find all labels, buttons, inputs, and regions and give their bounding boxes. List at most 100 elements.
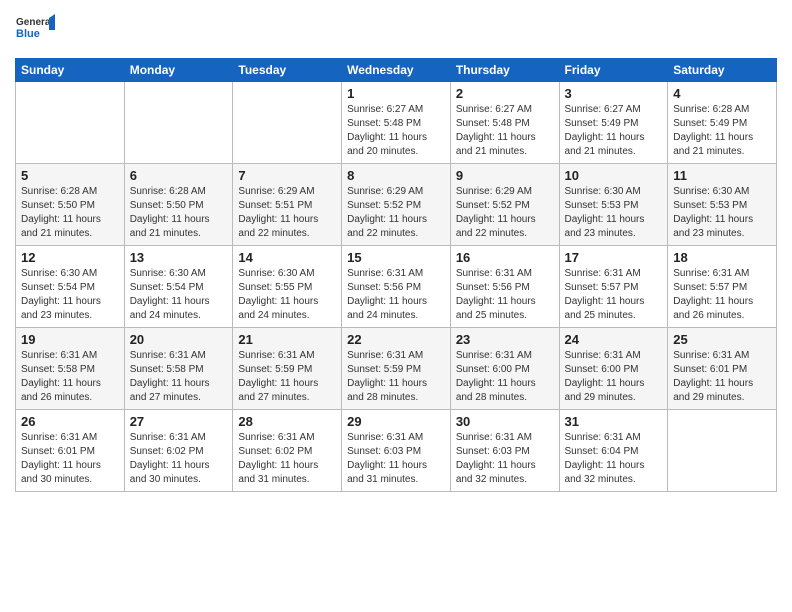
- day-cell-9: 9 Sunrise: 6:29 AM Sunset: 5:52 PM Daylig…: [450, 164, 559, 246]
- week-row-2: 12Sunrise: 6:30 AM Sunset: 5:54 PM Dayli…: [16, 246, 777, 328]
- day-info: Sunrise: 6:28 AM Sunset: 5:50 PM Dayligh…: [130, 185, 228, 241]
- day-cell-10: 10Sunrise: 6:30 AM Sunset: 5:53 PM Dayli…: [559, 164, 668, 246]
- day-info: Sunrise: 6:31 AM Sunset: 5:57 PM Dayligh…: [565, 267, 663, 323]
- day-number: 25: [673, 332, 771, 347]
- empty-cell: [16, 82, 125, 164]
- empty-cell: [668, 410, 777, 492]
- day-cell-4: 4 Sunrise: 6:28 AM Sunset: 5:49 PM Daylig…: [668, 82, 777, 164]
- day-cell-23: 23 Sunrise: 6:31 AM Sunset: 6:00 PM Dayli…: [450, 328, 559, 410]
- day-cell-6: 6 Sunrise: 6:28 AM Sunset: 5:50 PM Daylig…: [124, 164, 233, 246]
- day-number: 6: [130, 168, 228, 183]
- day-cell-15: 15 Sunrise: 6:31 AM Sunset: 5:56 PM Dayli…: [342, 246, 451, 328]
- day-cell-1: 1 Sunrise: 6:27 AM Sunset: 5:48 PM Daylig…: [342, 82, 451, 164]
- day-info: Sunrise: 6:29 AM Sunset: 5:52 PM Dayligh…: [456, 185, 554, 241]
- day-header-monday: Monday: [124, 59, 233, 82]
- day-info: Sunrise: 6:31 AM Sunset: 5:57 PM Dayligh…: [673, 267, 771, 323]
- week-row-4: 26 Sunrise: 6:31 AM Sunset: 6:01 PM Dayli…: [16, 410, 777, 492]
- day-cell-27: 27Sunrise: 6:31 AM Sunset: 6:02 PM Dayli…: [124, 410, 233, 492]
- page: General Blue SundayMondayTuesdayWednesda…: [0, 0, 792, 612]
- day-info: Sunrise: 6:28 AM Sunset: 5:50 PM Dayligh…: [21, 185, 119, 241]
- day-number: 24: [565, 332, 663, 347]
- svg-text:Blue: Blue: [16, 28, 40, 40]
- day-number: 15: [347, 250, 445, 265]
- day-number: 31: [565, 414, 663, 429]
- day-info: Sunrise: 6:31 AM Sunset: 5:56 PM Dayligh…: [456, 267, 554, 323]
- day-cell-7: 7Sunrise: 6:29 AM Sunset: 5:51 PM Daylig…: [233, 164, 342, 246]
- day-info: Sunrise: 6:31 AM Sunset: 6:03 PM Dayligh…: [456, 431, 554, 487]
- day-header-thursday: Thursday: [450, 59, 559, 82]
- week-row-1: 5 Sunrise: 6:28 AM Sunset: 5:50 PM Daylig…: [16, 164, 777, 246]
- day-info: Sunrise: 6:31 AM Sunset: 6:01 PM Dayligh…: [21, 431, 119, 487]
- empty-cell: [124, 82, 233, 164]
- day-info: Sunrise: 6:28 AM Sunset: 5:49 PM Dayligh…: [673, 103, 771, 159]
- day-cell-29: 29 Sunrise: 6:31 AM Sunset: 6:03 PM Dayli…: [342, 410, 451, 492]
- day-info: Sunrise: 6:31 AM Sunset: 5:58 PM Dayligh…: [130, 349, 228, 405]
- day-info: Sunrise: 6:31 AM Sunset: 5:58 PM Dayligh…: [21, 349, 119, 405]
- day-cell-11: 11 Sunrise: 6:30 AM Sunset: 5:53 PM Dayli…: [668, 164, 777, 246]
- day-info: Sunrise: 6:31 AM Sunset: 5:59 PM Dayligh…: [238, 349, 336, 405]
- day-number: 20: [130, 332, 228, 347]
- day-info: Sunrise: 6:27 AM Sunset: 5:48 PM Dayligh…: [347, 103, 445, 159]
- day-number: 23: [456, 332, 554, 347]
- day-info: Sunrise: 6:31 AM Sunset: 5:56 PM Dayligh…: [347, 267, 445, 323]
- day-cell-20: 20 Sunrise: 6:31 AM Sunset: 5:58 PM Dayli…: [124, 328, 233, 410]
- day-number: 26: [21, 414, 119, 429]
- day-info: Sunrise: 6:27 AM Sunset: 5:48 PM Dayligh…: [456, 103, 554, 159]
- day-info: Sunrise: 6:31 AM Sunset: 6:00 PM Dayligh…: [456, 349, 554, 405]
- day-number: 2: [456, 86, 554, 101]
- day-number: 5: [21, 168, 119, 183]
- day-number: 7: [238, 168, 336, 183]
- day-cell-12: 12Sunrise: 6:30 AM Sunset: 5:54 PM Dayli…: [16, 246, 125, 328]
- day-cell-25: 25Sunrise: 6:31 AM Sunset: 6:01 PM Dayli…: [668, 328, 777, 410]
- day-cell-24: 24 Sunrise: 6:31 AM Sunset: 6:00 PM Dayli…: [559, 328, 668, 410]
- day-cell-22: 22 Sunrise: 6:31 AM Sunset: 5:59 PM Dayli…: [342, 328, 451, 410]
- logo-svg: General Blue: [15, 10, 55, 50]
- day-info: Sunrise: 6:31 AM Sunset: 6:00 PM Dayligh…: [565, 349, 663, 405]
- day-cell-30: 30Sunrise: 6:31 AM Sunset: 6:03 PM Dayli…: [450, 410, 559, 492]
- day-info: Sunrise: 6:30 AM Sunset: 5:53 PM Dayligh…: [673, 185, 771, 241]
- day-number: 29: [347, 414, 445, 429]
- day-info: Sunrise: 6:27 AM Sunset: 5:49 PM Dayligh…: [565, 103, 663, 159]
- day-cell-19: 19Sunrise: 6:31 AM Sunset: 5:58 PM Dayli…: [16, 328, 125, 410]
- day-info: Sunrise: 6:31 AM Sunset: 5:59 PM Dayligh…: [347, 349, 445, 405]
- day-info: Sunrise: 6:31 AM Sunset: 6:03 PM Dayligh…: [347, 431, 445, 487]
- week-row-0: 1 Sunrise: 6:27 AM Sunset: 5:48 PM Daylig…: [16, 82, 777, 164]
- day-header-wednesday: Wednesday: [342, 59, 451, 82]
- day-cell-21: 21Sunrise: 6:31 AM Sunset: 5:59 PM Dayli…: [233, 328, 342, 410]
- day-cell-14: 14 Sunrise: 6:30 AM Sunset: 5:55 PM Dayli…: [233, 246, 342, 328]
- day-number: 8: [347, 168, 445, 183]
- svg-text:General: General: [16, 17, 53, 28]
- day-header-friday: Friday: [559, 59, 668, 82]
- day-cell-26: 26 Sunrise: 6:31 AM Sunset: 6:01 PM Dayli…: [16, 410, 125, 492]
- day-number: 14: [238, 250, 336, 265]
- day-number: 1: [347, 86, 445, 101]
- day-cell-3: 3 Sunrise: 6:27 AM Sunset: 5:49 PM Daylig…: [559, 82, 668, 164]
- day-number: 11: [673, 168, 771, 183]
- day-number: 28: [238, 414, 336, 429]
- day-number: 18: [673, 250, 771, 265]
- day-cell-2: 2 Sunrise: 6:27 AM Sunset: 5:48 PM Daylig…: [450, 82, 559, 164]
- day-number: 16: [456, 250, 554, 265]
- day-header-sunday: Sunday: [16, 59, 125, 82]
- day-info: Sunrise: 6:30 AM Sunset: 5:54 PM Dayligh…: [130, 267, 228, 323]
- logo: General Blue: [15, 10, 55, 50]
- week-row-3: 19Sunrise: 6:31 AM Sunset: 5:58 PM Dayli…: [16, 328, 777, 410]
- day-info: Sunrise: 6:30 AM Sunset: 5:55 PM Dayligh…: [238, 267, 336, 323]
- day-header-saturday: Saturday: [668, 59, 777, 82]
- day-number: 10: [565, 168, 663, 183]
- header-row: SundayMondayTuesdayWednesdayThursdayFrid…: [16, 59, 777, 82]
- day-cell-16: 16 Sunrise: 6:31 AM Sunset: 5:56 PM Dayli…: [450, 246, 559, 328]
- day-cell-31: 31Sunrise: 6:31 AM Sunset: 6:04 PM Dayli…: [559, 410, 668, 492]
- day-info: Sunrise: 6:29 AM Sunset: 5:52 PM Dayligh…: [347, 185, 445, 241]
- day-cell-28: 28 Sunrise: 6:31 AM Sunset: 6:02 PM Dayli…: [233, 410, 342, 492]
- header: General Blue: [15, 10, 777, 50]
- day-info: Sunrise: 6:31 AM Sunset: 6:02 PM Dayligh…: [238, 431, 336, 487]
- day-info: Sunrise: 6:30 AM Sunset: 5:54 PM Dayligh…: [21, 267, 119, 323]
- day-number: 3: [565, 86, 663, 101]
- day-cell-13: 13Sunrise: 6:30 AM Sunset: 5:54 PM Dayli…: [124, 246, 233, 328]
- day-number: 22: [347, 332, 445, 347]
- day-number: 9: [456, 168, 554, 183]
- day-cell-18: 18 Sunrise: 6:31 AM Sunset: 5:57 PM Dayli…: [668, 246, 777, 328]
- day-number: 4: [673, 86, 771, 101]
- day-cell-8: 8 Sunrise: 6:29 AM Sunset: 5:52 PM Daylig…: [342, 164, 451, 246]
